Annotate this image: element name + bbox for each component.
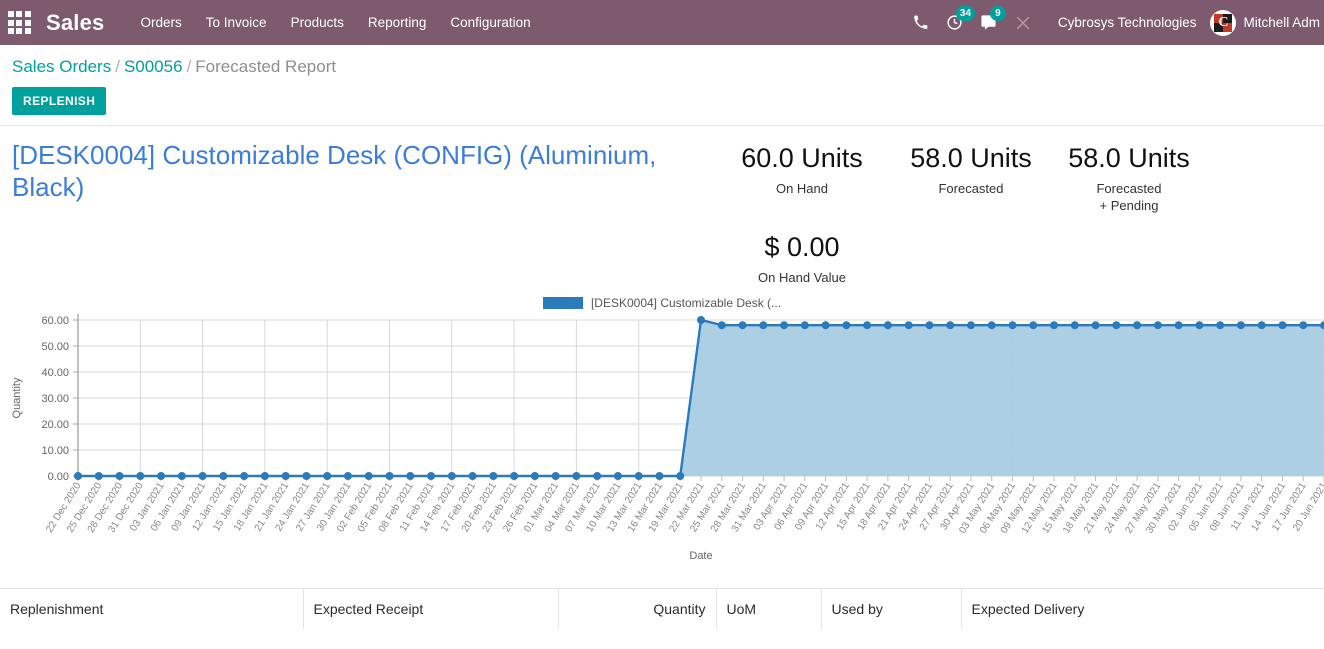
product-title-link[interactable]: [DESK0004] Customizable Desk (CONFIG) (A… — [12, 140, 712, 204]
stat-forecasted-pending: 58.0 Units Forecasted + Pending — [1050, 142, 1208, 215]
breadcrumb-sales-orders[interactable]: Sales Orders — [12, 57, 111, 76]
column-header-expected-receipt[interactable]: Expected Receipt — [303, 588, 559, 629]
svg-text:60.00: 60.00 — [41, 315, 69, 327]
table-header-row: Replenishment Expected Receipt Quantity … — [0, 588, 1324, 629]
stat-forecasted-value: 58.0 Units — [910, 143, 1032, 173]
report-header: [DESK0004] Customizable Desk (CONFIG) (A… — [0, 126, 1324, 286]
breadcrumb-separator-1: / — [115, 57, 120, 76]
stat-forecasted: 58.0 Units Forecasted — [892, 142, 1050, 197]
breadcrumb-current: Forecasted Report — [195, 57, 337, 76]
svg-text:30.00: 30.00 — [41, 393, 69, 405]
stats-panel: 60.0 Units On Hand 58.0 Units Forecasted… — [712, 140, 1312, 286]
company-name[interactable]: Cybrosys Technologies — [1058, 15, 1197, 30]
menu-item-configuration[interactable]: Configuration — [450, 15, 530, 30]
menu-item-products[interactable]: Products — [291, 15, 344, 30]
column-header-uom[interactable]: UoM — [716, 588, 822, 629]
avatar: C — [1210, 9, 1237, 36]
user-menu[interactable]: C Mitchell Adm — [1210, 9, 1324, 36]
chart-canvas[interactable]: 0.0010.0020.0030.0040.0050.0060.0022 Dec… — [0, 288, 1324, 588]
breadcrumb-order-s00056[interactable]: S00056 — [124, 57, 183, 76]
breadcrumb-separator-2: / — [186, 57, 192, 76]
replenish-button[interactable]: REPLENISH — [12, 87, 107, 115]
top-navbar: Sales Orders To Invoice Products Reporti… — [0, 0, 1324, 45]
stat-forecasted-label: Forecasted — [938, 180, 1004, 196]
phone-icon[interactable] — [904, 0, 938, 45]
y-axis-title: Quantity — [11, 377, 23, 418]
main-menu: Orders To Invoice Products Reporting Con… — [141, 15, 531, 30]
stat-on-hand-value: 60.0 Units — [741, 143, 863, 173]
user-name: Mitchell Adm — [1243, 15, 1320, 30]
navbar-right-cluster: 34 9 Cybrosys Technologies C Mitchell Ad… — [904, 0, 1324, 45]
legend-label: [DESK0004] Customizable Desk (... — [590, 296, 782, 310]
column-header-quantity[interactable]: Quantity — [558, 588, 717, 629]
svg-text:40.00: 40.00 — [41, 367, 69, 379]
replenishment-table: Replenishment Expected Receipt Quantity … — [0, 588, 1324, 629]
chart-legend: [DESK0004] Customizable Desk (... — [0, 296, 1324, 310]
bug-tools-icon[interactable] — [1006, 0, 1040, 45]
svg-text:20.00: 20.00 — [41, 419, 69, 431]
stat-forecasted-pending-label: Forecasted + Pending — [1096, 180, 1162, 214]
svg-text:50.00: 50.00 — [41, 341, 69, 353]
apps-grid-icon[interactable] — [4, 8, 34, 38]
app-brand-sales[interactable]: Sales — [46, 10, 105, 36]
stat-on-hand: 60.0 Units On Hand — [712, 142, 892, 197]
forecast-chart: [DESK0004] Customizable Desk (... 0.00 10… — [0, 288, 1324, 588]
on-hand-value-label: On Hand Value — [758, 269, 846, 285]
menu-item-to-invoice[interactable]: To Invoice — [206, 15, 267, 30]
on-hand-value-amount: $ 0.00 — [764, 231, 840, 262]
stat-on-hand-value-amount: $ 0.00 On Hand Value — [712, 231, 892, 286]
column-header-expected-delivery[interactable]: Expected Delivery — [961, 588, 1324, 629]
svg-text:0.00: 0.00 — [48, 471, 69, 483]
chat-bubble-icon[interactable]: 9 — [972, 0, 1006, 45]
stat-on-hand-label: On Hand — [775, 180, 829, 196]
messages-count-badge: 9 — [989, 6, 1006, 21]
stat-forecasted-pending-value: 58.0 Units — [1068, 143, 1190, 173]
activity-clock-icon[interactable]: 34 — [938, 0, 976, 45]
stats-row-secondary: $ 0.00 On Hand Value — [712, 215, 1312, 286]
column-header-replenishment[interactable]: Replenishment — [0, 588, 304, 629]
control-panel: Sales Orders / S00056/Forecasted Report RE… — [0, 45, 1324, 126]
svg-text:10.00: 10.00 — [41, 445, 69, 457]
legend-swatch — [542, 297, 583, 309]
x-axis-title: Date — [689, 550, 712, 562]
stats-row: 60.0 Units On Hand 58.0 Units Forecasted… — [712, 142, 1312, 215]
breadcrumb: Sales Orders / S00056/Forecasted Report — [12, 57, 1312, 77]
avatar-glyph: C — [1218, 14, 1229, 30]
menu-item-orders[interactable]: Orders — [141, 15, 182, 30]
column-header-used-by[interactable]: Used by — [821, 588, 962, 629]
menu-item-reporting[interactable]: Reporting — [368, 15, 427, 30]
